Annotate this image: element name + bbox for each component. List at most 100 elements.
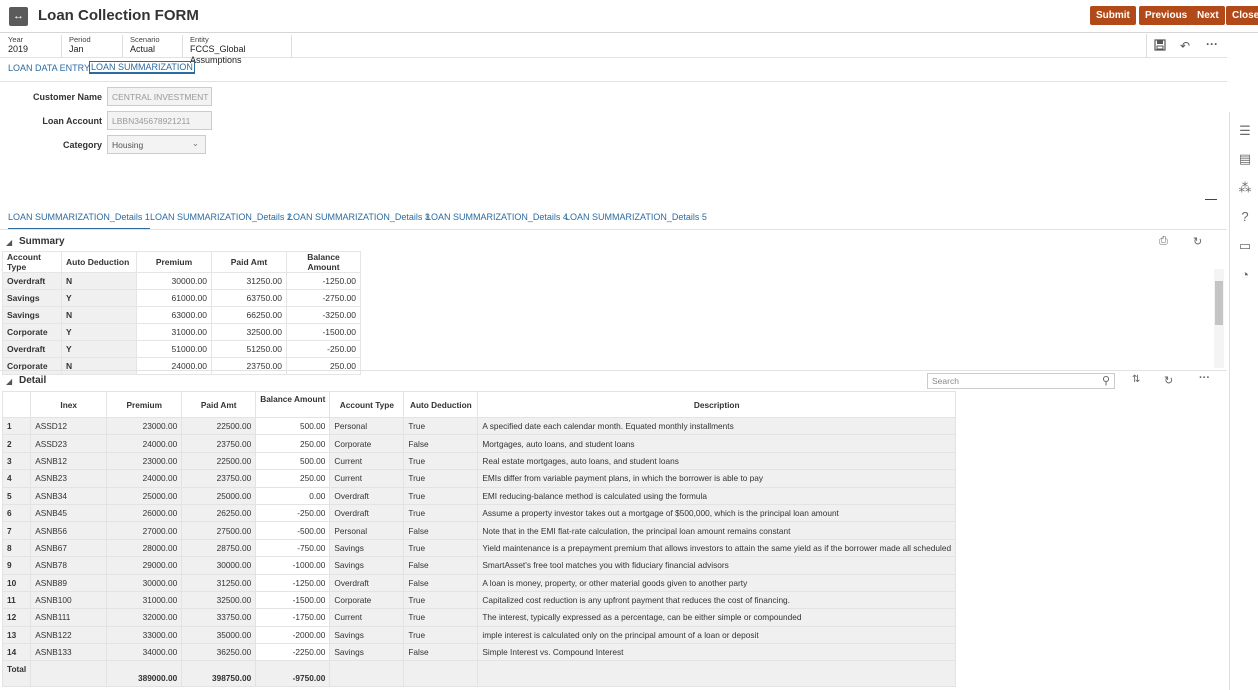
cell-balance-amount[interactable]: -250.00 — [286, 340, 361, 358]
search-input[interactable]: Search — [927, 373, 1115, 389]
collapse-handle-icon[interactable] — [1205, 199, 1217, 204]
cell-auto-deduction: True — [403, 469, 479, 488]
loan-account-label: Loan Account — [42, 116, 102, 126]
cell-balance-amount[interactable]: -1750.00 — [255, 608, 331, 627]
cell-balance-amount[interactable]: -1000.00 — [255, 556, 331, 575]
cell-balance-amount[interactable]: -3250.00 — [286, 306, 361, 324]
chart-clock-icon[interactable]: ◔ — [1238, 268, 1252, 282]
cell-balance-amount[interactable]: 250.00 — [286, 357, 361, 375]
cell-balance-amount[interactable]: 250.00 — [255, 434, 331, 453]
search-icon[interactable]: ⚲ — [1102, 374, 1110, 387]
cell-description: Real estate mortgages, auto loans, and s… — [477, 451, 957, 471]
cell-paid-amt[interactable]: 63750.00 — [211, 289, 287, 307]
cell-balance-amount[interactable]: -750.00 — [255, 538, 331, 558]
close-button[interactable]: Close — [1226, 6, 1258, 25]
pov-year[interactable]: Year 2019 — [0, 35, 62, 57]
cell-premium: 34000.00 — [106, 643, 183, 662]
hierarchy-icon[interactable]: ⁂ — [1238, 181, 1252, 195]
summary-scrollbar[interactable] — [1214, 269, 1224, 368]
help-icon[interactable]: ? — [1238, 210, 1252, 224]
cell-balance-amount[interactable]: -2000.00 — [255, 625, 331, 645]
cell-balance-amount[interactable]: 500.00 — [255, 416, 331, 436]
cell-balance-amount[interactable]: -250.00 — [255, 503, 331, 523]
print-icon[interactable]: ⎙ — [1159, 235, 1168, 248]
cell-balance-amount[interactable]: -1250.00 — [286, 272, 361, 290]
cell-premium[interactable]: 31000.00 — [136, 323, 212, 341]
row-number: 2 — [1, 434, 32, 453]
cell-balance-amount[interactable]: 500.00 — [255, 451, 331, 471]
detail-grid: Inex Premium Paid Amt Balance Amount Acc… — [1, 391, 957, 688]
cell-paid-amt: 32500.00 — [181, 590, 257, 610]
summary-collapse-icon[interactable]: ◢ — [6, 238, 12, 247]
next-button[interactable]: Next — [1191, 6, 1225, 25]
category-select[interactable]: Housing ⌄ — [107, 135, 206, 154]
cell-premium[interactable]: 61000.00 — [136, 289, 212, 307]
col-row-number — [1, 391, 32, 418]
refresh-icon[interactable]: ↻ — [1193, 235, 1202, 248]
list-view-icon[interactable]: ☰ — [1238, 124, 1252, 138]
subtab-details-4[interactable]: LOAN SUMMARIZATION_Details 4 — [426, 212, 568, 222]
cell-premium[interactable]: 24000.00 — [136, 357, 212, 375]
total-balance-amount: -9750.00 — [255, 660, 331, 688]
cell-premium[interactable]: 51000.00 — [136, 340, 212, 358]
scroll-thumb[interactable] — [1215, 281, 1223, 325]
subtab-details-1[interactable]: LOAN SUMMARIZATION_Details 1 — [8, 212, 150, 230]
row-number: 13 — [1, 625, 32, 645]
save-icon[interactable] — [1154, 39, 1166, 54]
undo-icon[interactable]: ↶ — [1180, 39, 1190, 53]
cell-paid-amt[interactable]: 31250.00 — [211, 272, 287, 290]
detail-title: Detail — [19, 375, 47, 386]
tab-loan-data-entry[interactable]: LOAN DATA ENTRY — [8, 63, 90, 73]
cell-balance-amount[interactable]: -1500.00 — [286, 323, 361, 341]
cell-inex: ASSD12 — [30, 416, 108, 436]
table-row: 8 ASNB67 28000.00 28750.00 -750.00 Savings Tru… — [1, 538, 957, 558]
tab-loan-summarization[interactable]: LOAN SUMMARIZATION — [89, 61, 195, 74]
previous-button[interactable]: Previous — [1139, 6, 1194, 25]
cell-paid-amt[interactable]: 51250.00 — [211, 340, 287, 358]
customer-name-field[interactable]: CENTRAL INVESTMENT E — [107, 87, 212, 106]
cell-balance-amount[interactable]: -1250.00 — [255, 573, 331, 592]
cell-inex: ASNB23 — [30, 469, 108, 488]
cell-paid-amt[interactable]: 23750.00 — [211, 357, 287, 375]
cell-balance-amount[interactable]: 250.00 — [255, 469, 331, 488]
cell-premium[interactable]: 63000.00 — [136, 306, 212, 324]
cell-paid-amt[interactable]: 32500.00 — [211, 323, 287, 341]
cell-balance-amount[interactable]: -2750.00 — [286, 289, 361, 307]
table-row: 13 ASNB122 33000.00 35000.00 -2000.00 Savings… — [1, 625, 957, 645]
comment-icon[interactable]: ▭ — [1238, 239, 1252, 253]
row-number: 8 — [1, 538, 32, 558]
document-info-icon[interactable]: ▤ — [1238, 152, 1252, 166]
pov-entity[interactable]: Entity FCCS_Global Assumptions — [182, 35, 292, 65]
refresh-icon[interactable]: ↻ — [1164, 374, 1173, 387]
loan-account-field[interactable]: LBBN345678921211 — [107, 111, 212, 130]
col-description: Description — [477, 391, 957, 418]
back-icon[interactable]: ↔ — [9, 7, 28, 26]
pov-entity-value: FCCS_Global Assumptions — [190, 44, 246, 65]
cell-balance-amount[interactable]: -1500.00 — [255, 590, 331, 610]
summary-header-row: Account Type Auto Deduction Premium Paid… — [2, 251, 361, 273]
column-settings-icon[interactable]: ⇅ — [1132, 374, 1140, 385]
cell-premium[interactable]: 30000.00 — [136, 272, 212, 290]
subtab-details-3[interactable]: LOAN SUMMARIZATION_Details 3 — [288, 212, 430, 222]
pov-scenario-value: Actual — [130, 44, 156, 54]
detail-collapse-icon[interactable]: ◢ — [6, 377, 12, 386]
cell-description: The interest, typically expressed as a p… — [477, 608, 957, 627]
cell-auto-deduction: True — [403, 538, 479, 558]
more-options-icon[interactable]: ··· — [1199, 372, 1210, 384]
cell-balance-amount[interactable]: 0.00 — [255, 486, 331, 505]
subtab-details-5[interactable]: LOAN SUMMARIZATION_Details 5 — [565, 212, 707, 222]
pov-period[interactable]: Period Jan — [61, 35, 123, 57]
pov-scenario[interactable]: Scenario Actual — [122, 35, 183, 57]
submit-button[interactable]: Submit — [1090, 6, 1136, 25]
table-row: 7 ASNB56 27000.00 27500.00 -500.00 Personal Fa… — [1, 521, 957, 540]
cell-description: Mortgages, auto loans, and student loans — [477, 434, 957, 453]
more-options-icon[interactable]: ··· — [1206, 37, 1218, 51]
chevron-down-icon: ⌄ — [191, 138, 199, 148]
cell-balance-amount[interactable]: -2250.00 — [255, 643, 331, 662]
cell-balance-amount[interactable]: -500.00 — [255, 521, 331, 540]
cell-account-type: Savings — [329, 625, 405, 645]
subtab-details-2[interactable]: LOAN SUMMARIZATION_Details 2 — [150, 212, 292, 222]
cell-inex: ASNB56 — [30, 521, 108, 540]
table-row: 10 ASNB89 30000.00 31250.00 -1250.00 Overdraf… — [1, 573, 957, 592]
cell-paid-amt[interactable]: 66250.00 — [211, 306, 287, 324]
